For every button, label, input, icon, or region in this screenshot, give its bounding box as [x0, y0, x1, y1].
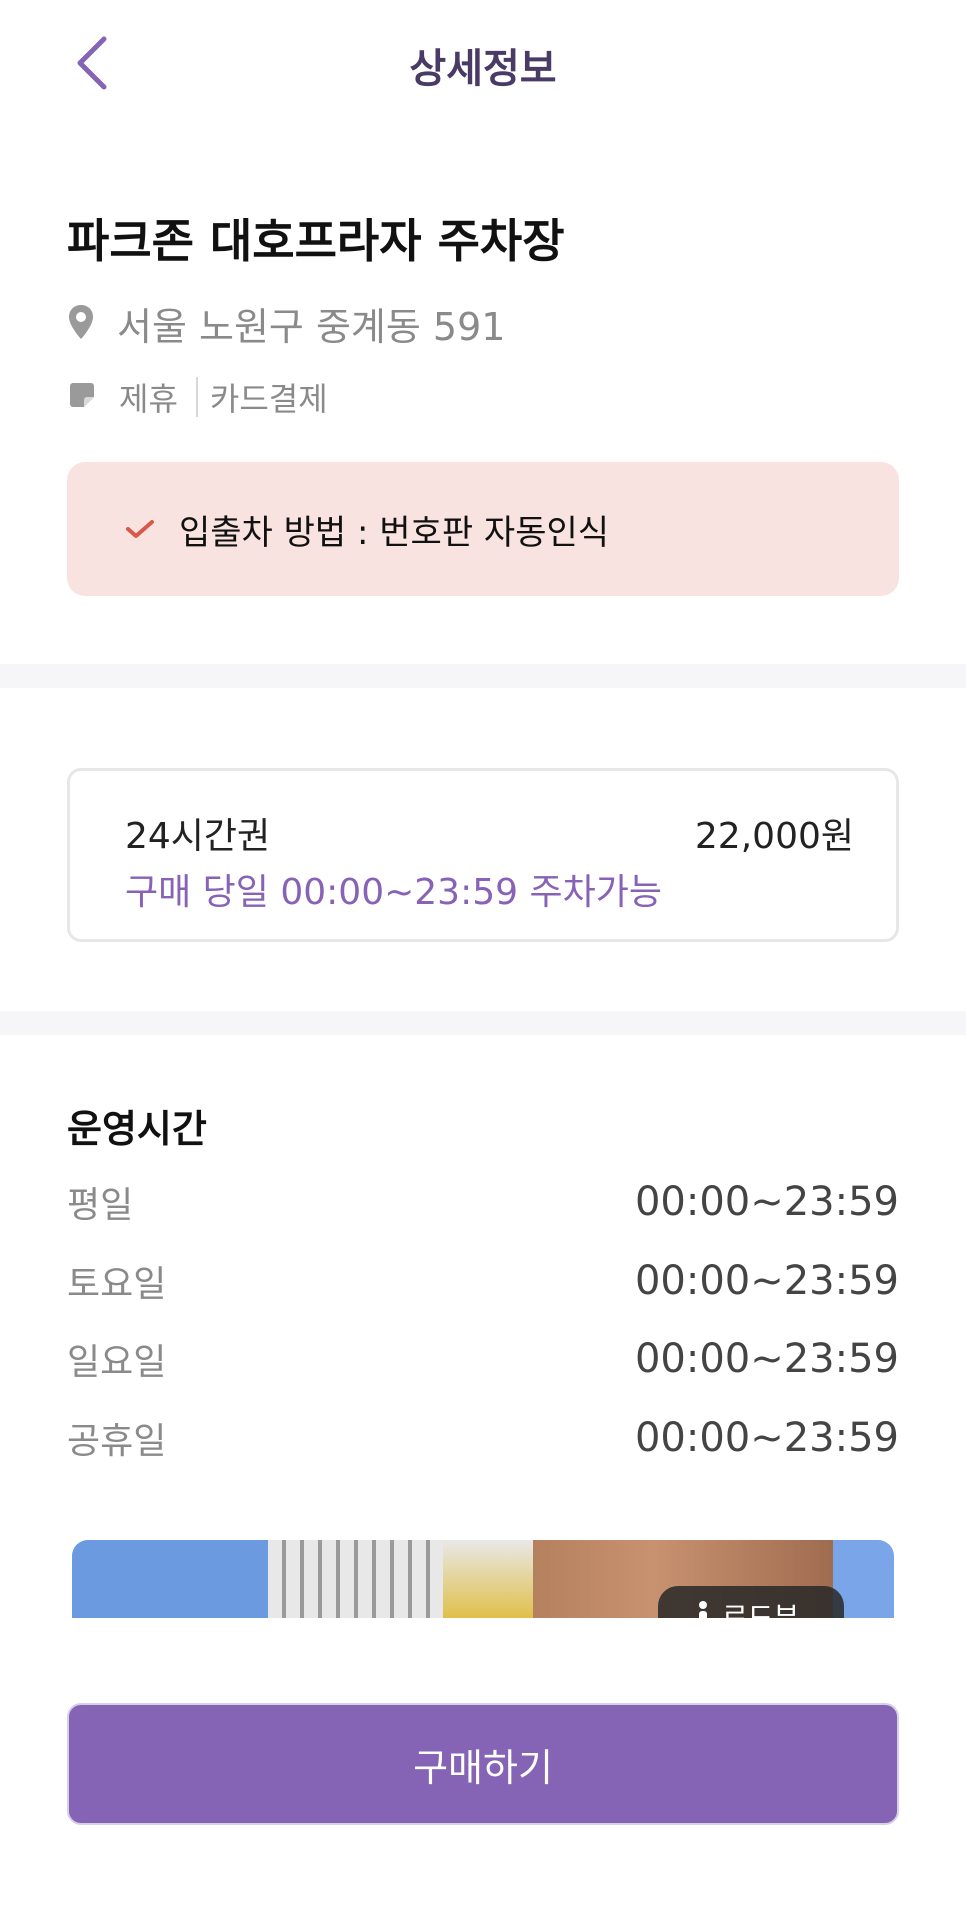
ticket-price: 22,000원: [694, 816, 854, 857]
hours-day: 일요일: [67, 1342, 167, 1383]
hours-day: 공휴일: [67, 1421, 167, 1462]
roadview-button[interactable]: 로드뷰: [658, 1586, 844, 1618]
location-pin-icon: [67, 304, 95, 344]
hours-time: 00:00~23:59: [634, 1258, 899, 1304]
ticket-name: 24시간권: [125, 816, 271, 857]
photo-sign: [443, 1540, 533, 1618]
notice-text: 입출차 방법 : 번호판 자동인식: [179, 512, 610, 553]
buy-button[interactable]: 구매하기: [67, 1703, 899, 1825]
roadview-label: 로드뷰: [722, 1601, 800, 1618]
ticket-card[interactable]: 24시간권 22,000원 구매 당일 00:00~23:59 주차가능: [67, 768, 899, 942]
hours-time: 00:00~23:59: [634, 1415, 899, 1461]
entry-method-notice: 입출차 방법 : 번호판 자동인식: [67, 462, 899, 596]
hours-row-saturday: 토요일 00:00~23:59: [67, 1251, 899, 1311]
header: 상세정보: [0, 0, 966, 130]
tag-partner: 제휴: [119, 380, 178, 418]
tag-row: 제휴 카드결제: [67, 374, 328, 420]
section-divider: [0, 664, 966, 688]
hours-row-weekday: 평일 00:00~23:59: [67, 1172, 899, 1232]
hours-title: 운영시간: [67, 1107, 207, 1151]
parking-lot-name: 파크존 대호프라자 주차장: [67, 214, 565, 268]
bottom-bar: 구매하기: [0, 1618, 966, 1909]
page-title: 상세정보: [409, 46, 557, 92]
parking-lot-photo[interactable]: 로드뷰: [72, 1540, 894, 1618]
note-icon: [67, 380, 97, 414]
hours-time: 00:00~23:59: [634, 1179, 899, 1225]
hours-day: 토요일: [67, 1264, 167, 1305]
address-text: 서울 노원구 중계동 591: [117, 305, 506, 349]
ticket-description: 구매 당일 00:00~23:59 주차가능: [125, 872, 662, 913]
hours-row-holiday: 공휴일 00:00~23:59: [67, 1408, 899, 1468]
tag-card-payment: 카드결제: [209, 380, 328, 418]
hours-day: 평일: [67, 1185, 134, 1226]
address-row: 서울 노원구 중계동 591: [67, 296, 505, 351]
hours-row-sunday: 일요일 00:00~23:59: [67, 1329, 899, 1389]
photo-sky: [72, 1540, 268, 1618]
check-icon: [125, 514, 155, 544]
photo-building: [268, 1540, 443, 1618]
person-icon: [694, 1600, 712, 1618]
section-divider: [0, 1011, 966, 1035]
tag-divider: [195, 377, 198, 417]
hours-time: 00:00~23:59: [634, 1336, 899, 1382]
